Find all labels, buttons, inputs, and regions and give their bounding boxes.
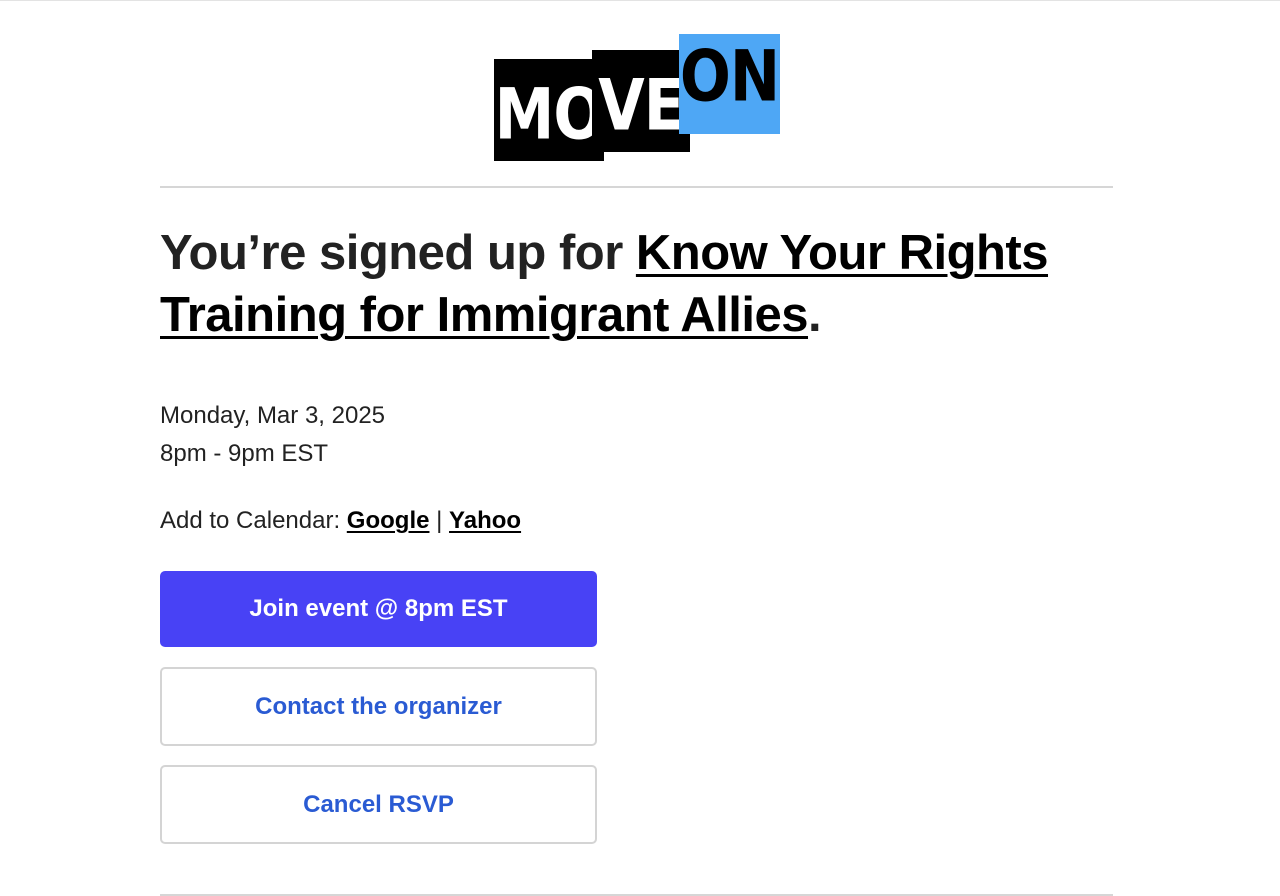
contact-organizer-button[interactable]: Contact the organizer	[160, 667, 597, 746]
calendar-label: Add to Calendar:	[160, 507, 347, 534]
join-event-button[interactable]: Join event @ 8pm EST	[160, 571, 597, 647]
event-datetime: Monday, Mar 3, 2025 8pm - 9pm EST	[160, 397, 385, 473]
cancel-rsvp-button[interactable]: Cancel RSVP	[160, 765, 597, 844]
logo-text-on: ON	[679, 35, 780, 119]
logo-text-ve: VE	[598, 64, 684, 148]
logo-block-on: ON	[679, 34, 780, 134]
moveon-logo[interactable]: MO VE ON	[494, 34, 780, 161]
event-time: 8pm - 9pm EST	[160, 440, 329, 467]
top-border	[0, 0, 1280, 1]
logo-block-ve: VE	[592, 50, 690, 152]
logo-text-move: MO	[494, 73, 605, 157]
heading-prefix: You’re signed up for	[160, 226, 636, 280]
event-date: Monday, Mar 3, 2025	[160, 402, 386, 429]
divider-top	[160, 186, 1113, 188]
confirmation-heading: You’re signed up for Know Your Rights Tr…	[160, 222, 1120, 346]
yahoo-calendar-link[interactable]: Yahoo	[449, 507, 521, 534]
add-to-calendar: Add to Calendar: Google | Yahoo	[160, 505, 521, 537]
heading-suffix: .	[808, 288, 822, 342]
google-calendar-link[interactable]: Google	[347, 507, 430, 534]
calendar-separator: |	[429, 507, 450, 534]
logo-block-move: MO	[494, 59, 604, 161]
